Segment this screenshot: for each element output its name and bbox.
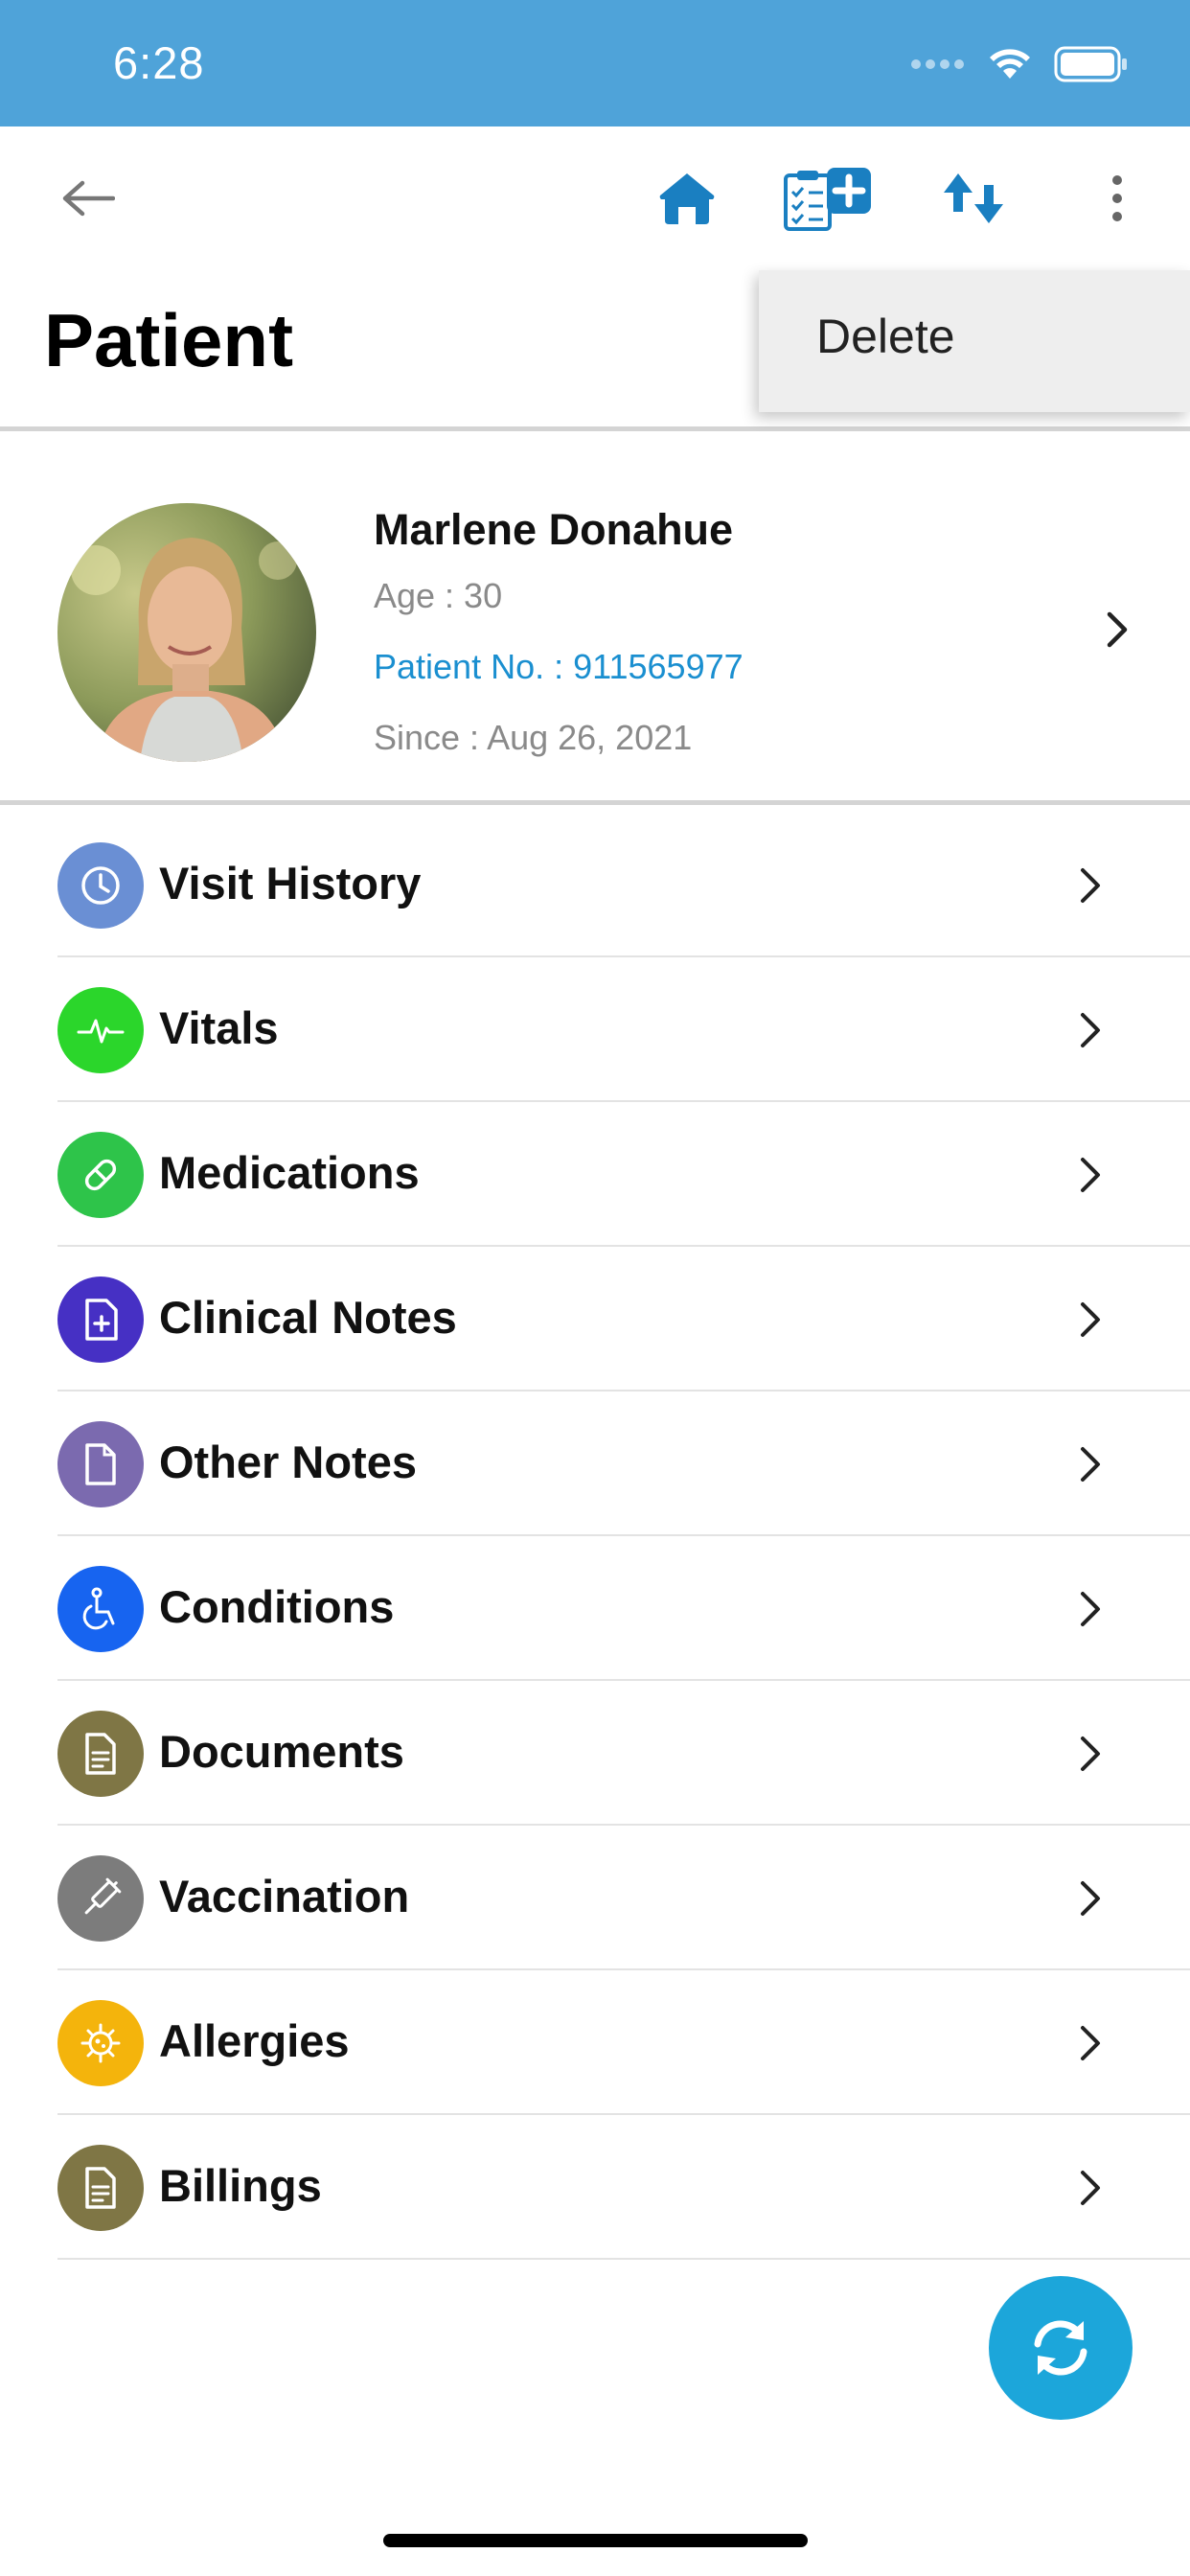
invoice-icon xyxy=(57,2145,144,2231)
header-divider xyxy=(0,426,1190,431)
more-vertical-icon xyxy=(1112,175,1122,221)
chevron-right-icon xyxy=(1075,1879,1104,1922)
nav-bar xyxy=(0,126,1190,270)
list-item-other-notes[interactable]: Other Notes xyxy=(0,1392,1190,1536)
chevron-right-icon xyxy=(1075,2169,1104,2212)
patient-divider xyxy=(0,800,1190,805)
arrow-left-icon xyxy=(62,180,115,217)
patient-card[interactable]: Marlene Donahue Age : 30 Patient No. : 9… xyxy=(0,436,1190,800)
patient-age: Age : 30 xyxy=(374,576,503,615)
wheelchair-icon xyxy=(57,1566,144,1652)
list-item-label: Vitals xyxy=(159,1002,279,1053)
list-item-vitals[interactable]: Vitals xyxy=(0,957,1190,1102)
add-clinical-record-button[interactable] xyxy=(782,126,874,270)
chevron-right-icon xyxy=(1075,2024,1104,2067)
status-bar: 6:28 xyxy=(0,0,1190,126)
page-title: Patient xyxy=(44,298,294,382)
avatar xyxy=(57,503,316,762)
sort-button[interactable] xyxy=(935,126,1012,270)
delete-menu-item[interactable]: Delete xyxy=(816,309,955,364)
battery-icon xyxy=(1054,46,1127,82)
signal-icon xyxy=(911,59,964,69)
list-item-conditions[interactable]: Conditions xyxy=(0,1536,1190,1681)
chevron-right-icon xyxy=(1075,1445,1104,1488)
chevron-right-icon xyxy=(1075,1590,1104,1633)
list-item-label: Allergies xyxy=(159,2015,350,2066)
file-text-icon xyxy=(57,1711,144,1797)
patient-since: Since : Aug 26, 2021 xyxy=(374,718,693,757)
more-options-button[interactable] xyxy=(1088,126,1146,270)
pill-icon xyxy=(57,1132,144,1218)
list-item-vaccination[interactable]: Vaccination xyxy=(0,1826,1190,1970)
chevron-right-icon xyxy=(1075,1300,1104,1344)
list-item-visit-history[interactable]: Visit History xyxy=(0,813,1190,957)
section-list: Visit History Vitals Medications Clinica… xyxy=(0,813,1190,2260)
sort-icon xyxy=(944,173,1003,223)
list-item-allergies[interactable]: Allergies xyxy=(0,1970,1190,2115)
list-item-label: Clinical Notes xyxy=(159,1292,457,1343)
status-time: 6:28 xyxy=(113,37,205,88)
list-item-label: Other Notes xyxy=(159,1437,417,1487)
list-item-label: Visit History xyxy=(159,858,422,908)
list-item-clinical-notes[interactable]: Clinical Notes xyxy=(0,1247,1190,1392)
document-icon xyxy=(57,1421,144,1507)
chevron-right-icon xyxy=(1075,866,1104,909)
syringe-icon xyxy=(57,1855,144,1942)
home-indicator xyxy=(383,2534,808,2547)
home-icon xyxy=(659,173,715,224)
list-item-medications[interactable]: Medications xyxy=(0,1102,1190,1247)
sync-button[interactable] xyxy=(989,2276,1133,2420)
chevron-right-icon xyxy=(1107,611,1128,648)
medical-document-icon xyxy=(57,1276,144,1363)
list-item-label: Medications xyxy=(159,1147,420,1198)
row-divider xyxy=(57,2258,1190,2260)
list-item-label: Documents xyxy=(159,1726,404,1777)
patient-name: Marlene Donahue xyxy=(374,505,734,554)
list-item-label: Conditions xyxy=(159,1581,395,1632)
home-button[interactable] xyxy=(652,126,722,270)
back-button[interactable] xyxy=(50,126,126,270)
list-item-label: Billings xyxy=(159,2160,322,2211)
options-menu: Delete xyxy=(759,270,1190,412)
patient-number: Patient No. : 911565977 xyxy=(374,647,744,686)
chevron-right-icon xyxy=(1075,1156,1104,1199)
chevron-right-icon xyxy=(1075,1735,1104,1778)
status-icons xyxy=(910,42,1129,86)
avatar-photo xyxy=(57,503,316,762)
list-item-label: Vaccination xyxy=(159,1871,410,1921)
list-item-documents[interactable]: Documents xyxy=(0,1681,1190,1826)
clipboard-medical-icon xyxy=(784,168,871,231)
sync-icon xyxy=(1034,2320,1087,2376)
patient-detail-chevron[interactable] xyxy=(1100,610,1134,654)
clock-icon xyxy=(57,842,144,929)
chevron-right-icon xyxy=(1075,1011,1104,1054)
wifi-icon xyxy=(990,49,1030,79)
virus-icon xyxy=(57,2000,144,2086)
pulse-icon xyxy=(57,987,144,1073)
list-item-billings[interactable]: Billings xyxy=(0,2115,1190,2260)
